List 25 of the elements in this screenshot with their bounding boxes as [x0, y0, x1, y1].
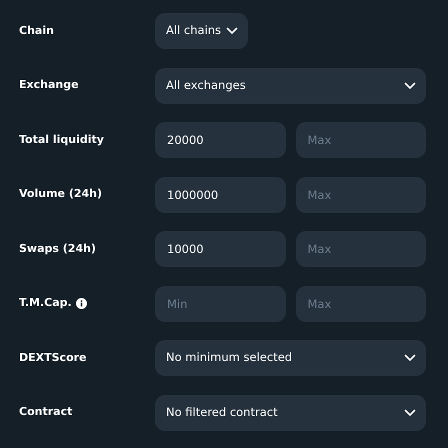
dropdown[interactable]: No minimum selected	[155, 340, 426, 376]
chevron-down-icon	[404, 354, 416, 362]
input-field[interactable]: Min	[155, 286, 286, 322]
dropdown[interactable]: All exchanges	[155, 68, 426, 104]
input-field[interactable]: Max	[296, 231, 426, 267]
chevron-down-icon	[404, 82, 416, 90]
input-field[interactable]: 10000	[155, 231, 286, 267]
chevron-down-icon	[404, 408, 416, 416]
filter-label: Contract	[19, 404, 72, 420]
dropdown[interactable]: No filtered contract	[155, 394, 426, 430]
filter-label: Total liquidity	[19, 132, 104, 148]
input-field[interactable]: Max	[296, 286, 426, 322]
input-field[interactable]: Max	[296, 176, 426, 212]
filter-label: DEXTScore	[19, 350, 87, 366]
input-field[interactable]: 1000000	[155, 176, 286, 212]
filter-label: Chain	[19, 22, 54, 39]
input-field[interactable]: Max	[296, 122, 426, 158]
filter-label: Swaps (24h)	[19, 240, 96, 257]
dropdown[interactable]: All chains	[155, 13, 248, 49]
input-field[interactable]: 20000	[155, 122, 286, 158]
info-icon[interactable]	[76, 298, 87, 309]
filter-label: Exchange	[19, 77, 79, 94]
chevron-down-icon	[226, 27, 238, 35]
filter-label: T.M.Cap.	[19, 295, 72, 312]
filter-label: Volume (24h)	[19, 186, 102, 202]
